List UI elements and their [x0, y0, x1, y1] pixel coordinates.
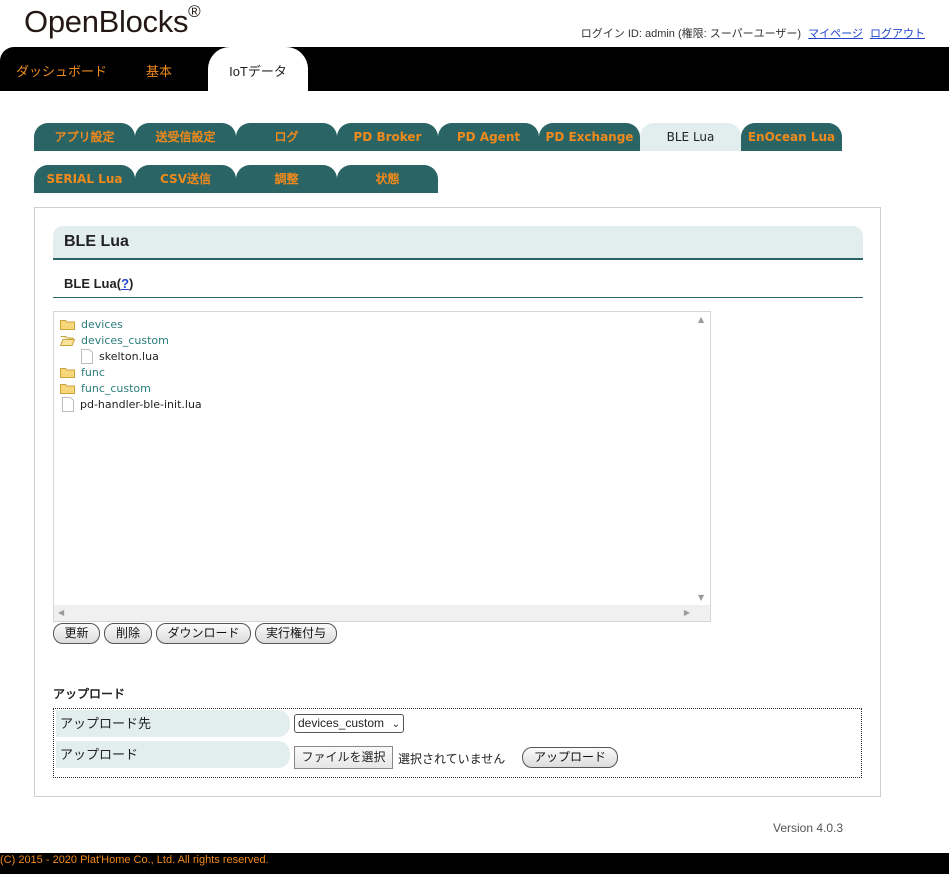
- tab-status[interactable]: 状態: [337, 165, 438, 193]
- upload-button[interactable]: アップロード: [522, 747, 618, 768]
- grant-exec-button[interactable]: 実行権付与: [255, 623, 337, 644]
- scroll-right-icon[interactable]: ▶: [684, 608, 690, 617]
- horizontal-scrollbar[interactable]: ◀ ▶: [54, 605, 710, 621]
- no-file-selected-text: 選択されていません: [398, 752, 506, 766]
- content-panel: BLE Lua BLE Lua(?) devices devices_custo…: [34, 207, 881, 797]
- tab-serial-lua[interactable]: SERIAL Lua: [34, 165, 135, 193]
- tab-pd-broker[interactable]: PD Broker: [337, 123, 438, 151]
- tab-log[interactable]: ログ: [236, 123, 337, 151]
- folder-open-icon: [60, 336, 75, 346]
- login-info: ログイン ID: admin (権限: スーパーユーザー) マイページ ログアウ…: [581, 25, 925, 41]
- delete-button[interactable]: 削除: [104, 623, 152, 644]
- tab-adjust[interactable]: 調整: [236, 165, 337, 193]
- choose-file-button[interactable]: ファイルを選択: [294, 746, 393, 769]
- tab-send-recv-settings[interactable]: 送受信設定: [135, 123, 236, 151]
- nav-iot-data[interactable]: IoTデータ: [208, 47, 308, 91]
- file-tree[interactable]: devices devices_custom skelton.lua func …: [53, 311, 711, 622]
- tab-ble-lua[interactable]: BLE Lua: [640, 123, 741, 151]
- upload-heading: アップロード: [53, 687, 126, 701]
- tab-app-settings[interactable]: アプリ設定: [34, 123, 135, 151]
- upload-destination-select[interactable]: devices_custom ⌄: [294, 714, 404, 733]
- top-navigation-bar: ダッシュボード 基本 IoTデータ: [0, 47, 949, 91]
- section-title: BLE Lua(?): [53, 272, 863, 298]
- login-status-text: ログイン ID: admin (権限: スーパーユーザー): [580, 28, 802, 40]
- file-icon: [81, 349, 93, 364]
- upload-destination-label: アップロード先: [56, 710, 290, 737]
- folder-icon: [60, 320, 75, 330]
- logout-link[interactable]: ログアウト: [870, 28, 925, 40]
- footer-bar: (C) 2015 - 2020 Plat'Home Co., Ltd. All …: [0, 853, 949, 874]
- help-link[interactable]: ?: [121, 276, 129, 291]
- vertical-scrollbar[interactable]: ▲ ▼: [694, 312, 710, 605]
- folder-icon: [60, 368, 75, 378]
- version-text: Version 4.0.3: [773, 821, 844, 835]
- upload-file-label: アップロード: [56, 741, 290, 768]
- openblocks-logo: OpenBlocks®: [24, 1, 201, 39]
- nav-dashboard[interactable]: ダッシュボード: [16, 47, 107, 91]
- tab-csv-send[interactable]: CSV送信: [135, 165, 236, 193]
- mypage-link[interactable]: マイページ: [808, 28, 863, 40]
- scroll-down-icon[interactable]: ▼: [698, 593, 704, 602]
- folder-icon: [60, 384, 75, 394]
- upload-form: アップロード先 devices_custom ⌄ アップロード ファイルを選択 …: [53, 708, 862, 778]
- tab-pd-exchange[interactable]: PD Exchange: [539, 123, 640, 151]
- file-icon: [62, 397, 74, 412]
- refresh-button[interactable]: 更新: [53, 623, 100, 644]
- chevron-down-icon: ⌄: [391, 719, 400, 730]
- copyright-text: (C) 2015 - 2020 Plat'Home Co., Ltd. All …: [0, 854, 269, 866]
- tab-pd-agent[interactable]: PD Agent: [438, 123, 539, 151]
- scroll-left-icon[interactable]: ◀: [58, 608, 64, 617]
- nav-basic[interactable]: 基本: [146, 47, 172, 91]
- download-button[interactable]: ダウンロード: [156, 623, 251, 644]
- scroll-up-icon[interactable]: ▲: [698, 315, 704, 324]
- page-title: BLE Lua: [53, 226, 863, 260]
- tab-enocean-lua[interactable]: EnOcean Lua: [741, 123, 842, 151]
